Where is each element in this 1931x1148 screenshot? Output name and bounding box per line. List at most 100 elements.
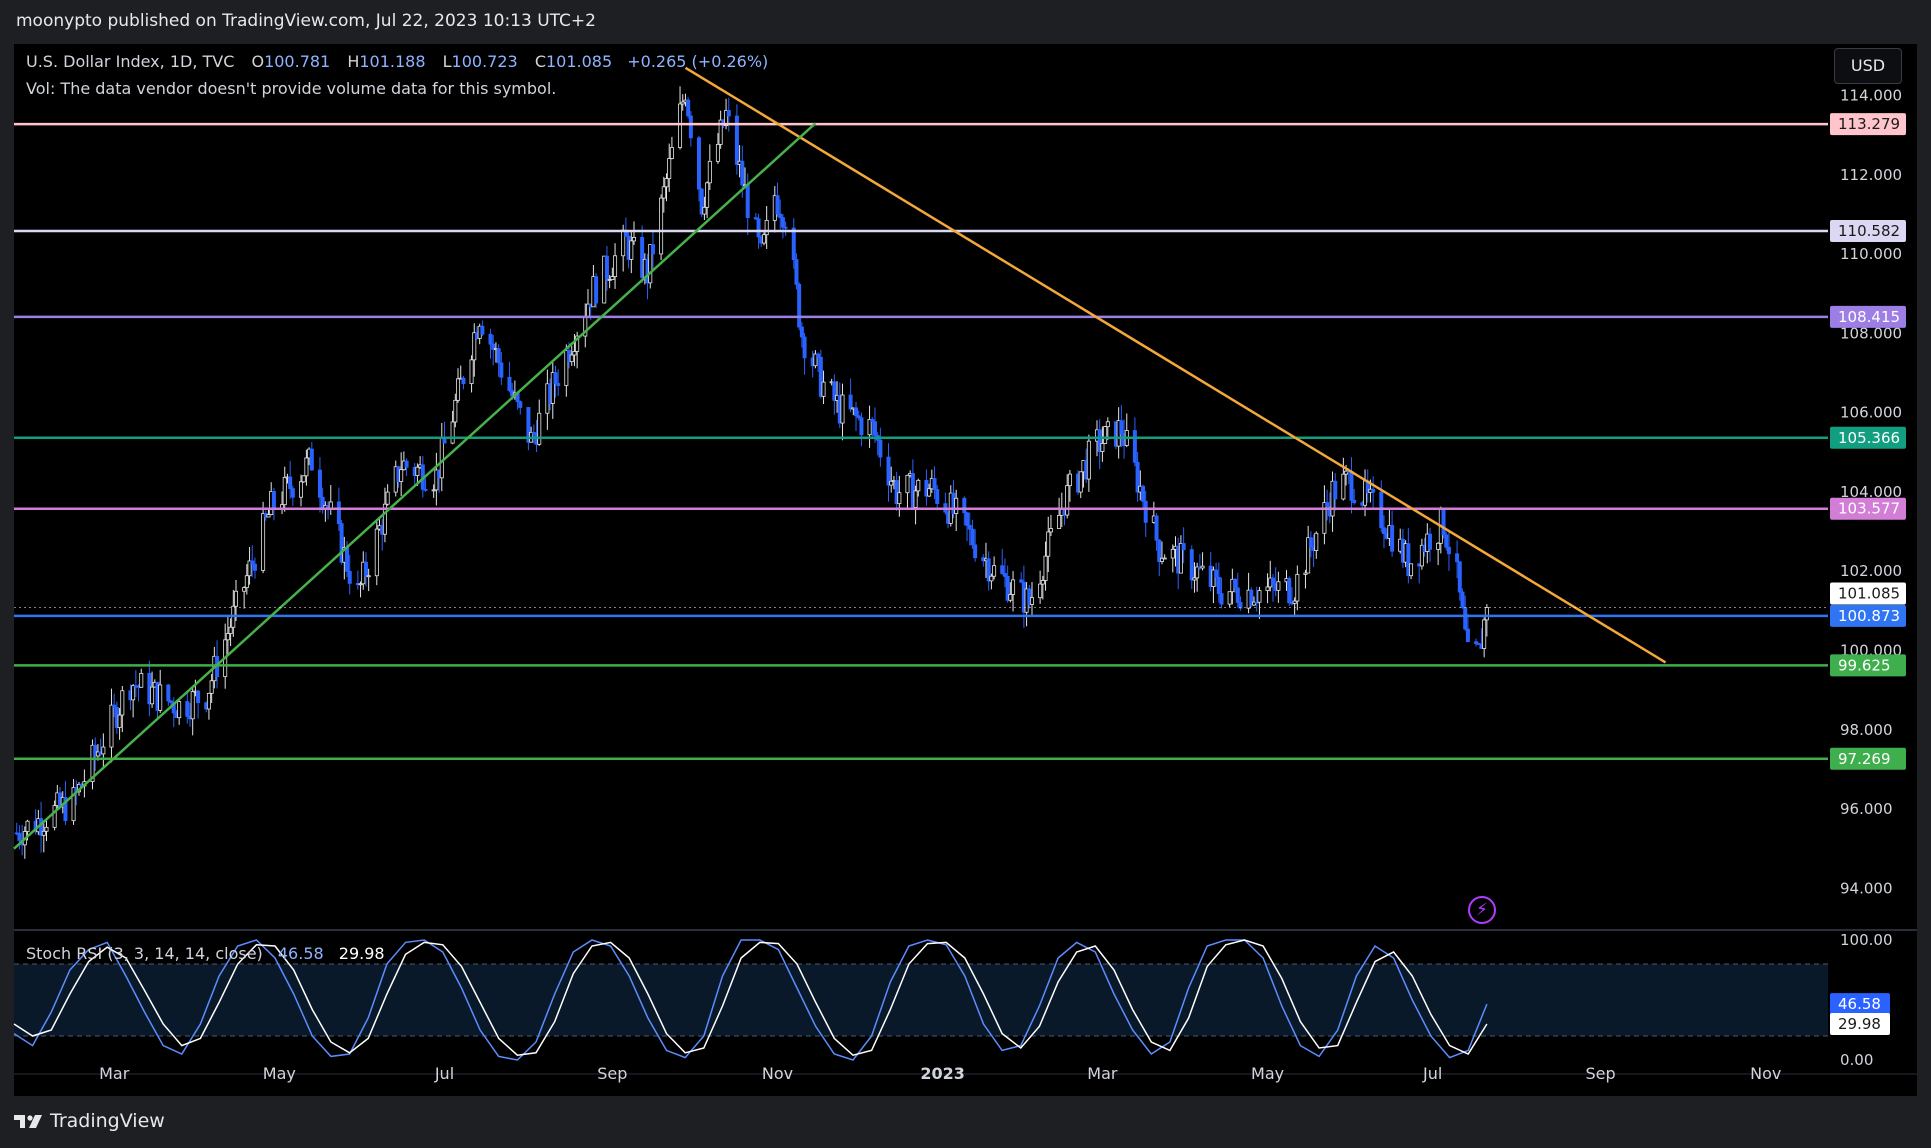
candle-body <box>1132 430 1137 463</box>
candle-body <box>1325 502 1330 507</box>
candle-body <box>317 469 322 498</box>
currency-button[interactable]: USD <box>1834 48 1902 84</box>
candle-body <box>228 626 233 634</box>
candle-body <box>859 417 864 436</box>
candle-body <box>659 197 664 255</box>
candle-body <box>1086 440 1091 480</box>
candle-body <box>150 686 155 705</box>
candle-body <box>799 326 804 338</box>
candle-body <box>496 348 501 364</box>
candle-body <box>461 377 466 384</box>
candle-body <box>1287 578 1292 604</box>
tradingview-logo-icon <box>14 1115 42 1128</box>
stoch-value-tag: 29.98 <box>1838 1015 1881 1033</box>
close-label: C <box>534 52 546 71</box>
candle-body <box>1100 443 1105 452</box>
candle-body <box>913 490 918 508</box>
level-price-tag: 108.415 <box>1838 308 1900 326</box>
candle-body <box>1154 515 1159 541</box>
candle-body <box>667 158 672 179</box>
candle-body <box>669 147 674 159</box>
candle-body <box>572 351 577 356</box>
candle-body <box>52 805 57 828</box>
candle-body <box>1103 426 1108 444</box>
level-price-tag: 110.582 <box>1838 222 1900 240</box>
candle-body <box>234 590 239 607</box>
y-tick-label: 110.000 <box>1840 245 1902 263</box>
candle-body <box>328 501 333 509</box>
candle-body <box>1141 485 1146 502</box>
candle-body <box>1235 587 1240 603</box>
candle-body <box>404 460 409 468</box>
candle-body <box>1043 555 1048 581</box>
candle-body <box>456 378 461 401</box>
candle-body <box>166 684 171 702</box>
candle-body <box>816 353 821 358</box>
candle-body <box>594 276 599 304</box>
candle-body <box>905 474 910 494</box>
y-tick-label: 98.000 <box>1840 721 1893 739</box>
trendline <box>684 66 1667 664</box>
candle-body <box>1265 586 1270 591</box>
candle-body <box>101 746 106 755</box>
candle-body <box>678 103 683 148</box>
candle-body <box>290 488 295 498</box>
candle-body <box>791 227 796 261</box>
candle-body <box>967 524 972 530</box>
high-label: H <box>347 52 360 71</box>
candle-body <box>158 684 163 711</box>
candle-body <box>780 217 785 228</box>
candle-body <box>705 182 710 208</box>
open-value: 100.781 <box>264 52 331 71</box>
candle-body <box>363 561 368 577</box>
candle-body <box>686 99 691 117</box>
candle-body <box>1048 528 1053 533</box>
candle-body <box>1381 527 1386 535</box>
stoch-rsi-legend[interactable]: Stoch RSI (3, 3, 14, 14, close) 46.58 29… <box>26 944 385 963</box>
candle-body <box>366 575 371 578</box>
brand-name: TradingView <box>50 1110 165 1132</box>
candle-body <box>1444 534 1449 548</box>
lightning-icon[interactable]: ⚡ <box>1468 896 1496 924</box>
chart-canvas[interactable]: 94.00096.00098.000100.000102.000104.0001… <box>0 0 1931 1148</box>
candle-body <box>1349 470 1354 501</box>
close-value: 101.085 <box>545 52 613 71</box>
candle-body <box>1162 557 1167 560</box>
candle-body <box>225 633 230 641</box>
level-price-tag: 103.577 <box>1838 500 1900 518</box>
y-tick-label: 112.000 <box>1840 166 1902 184</box>
candle-body <box>1105 421 1110 428</box>
stoch-band-fill <box>14 964 1828 1036</box>
candle-body <box>518 401 523 408</box>
candle-body <box>775 195 780 215</box>
candle-body <box>1200 565 1205 569</box>
x-tick-label: May <box>263 1064 296 1083</box>
x-tick-label: Nov <box>1750 1064 1781 1083</box>
candle-body <box>131 685 136 701</box>
symbol-legend[interactable]: U.S. Dollar Index, 1D, TVC O100.781 H101… <box>26 52 768 71</box>
candle-body <box>702 206 707 215</box>
candle-body <box>661 186 666 199</box>
candle-body <box>992 565 997 577</box>
low-label: L <box>442 52 452 71</box>
candle-body <box>604 255 609 281</box>
x-tick-label: Jul <box>1422 1064 1442 1083</box>
candle-body <box>1078 471 1083 493</box>
candle-body <box>1409 563 1414 577</box>
candle-body <box>309 448 314 471</box>
candle-body <box>1457 561 1462 593</box>
candle-body <box>1322 502 1327 534</box>
candle-body <box>17 832 22 841</box>
level-price-tag: 97.269 <box>1838 750 1891 768</box>
candle-body <box>1460 591 1465 608</box>
candle-body <box>1040 580 1045 585</box>
candle-body <box>629 240 634 260</box>
candle-body <box>1046 531 1051 557</box>
candle-body <box>507 376 512 391</box>
candles-group <box>14 86 1489 859</box>
candle-body <box>1276 581 1281 591</box>
candle-body <box>1216 576 1221 595</box>
candle-body <box>1428 533 1433 550</box>
candle-body <box>1065 485 1070 516</box>
candle-body <box>962 497 967 514</box>
